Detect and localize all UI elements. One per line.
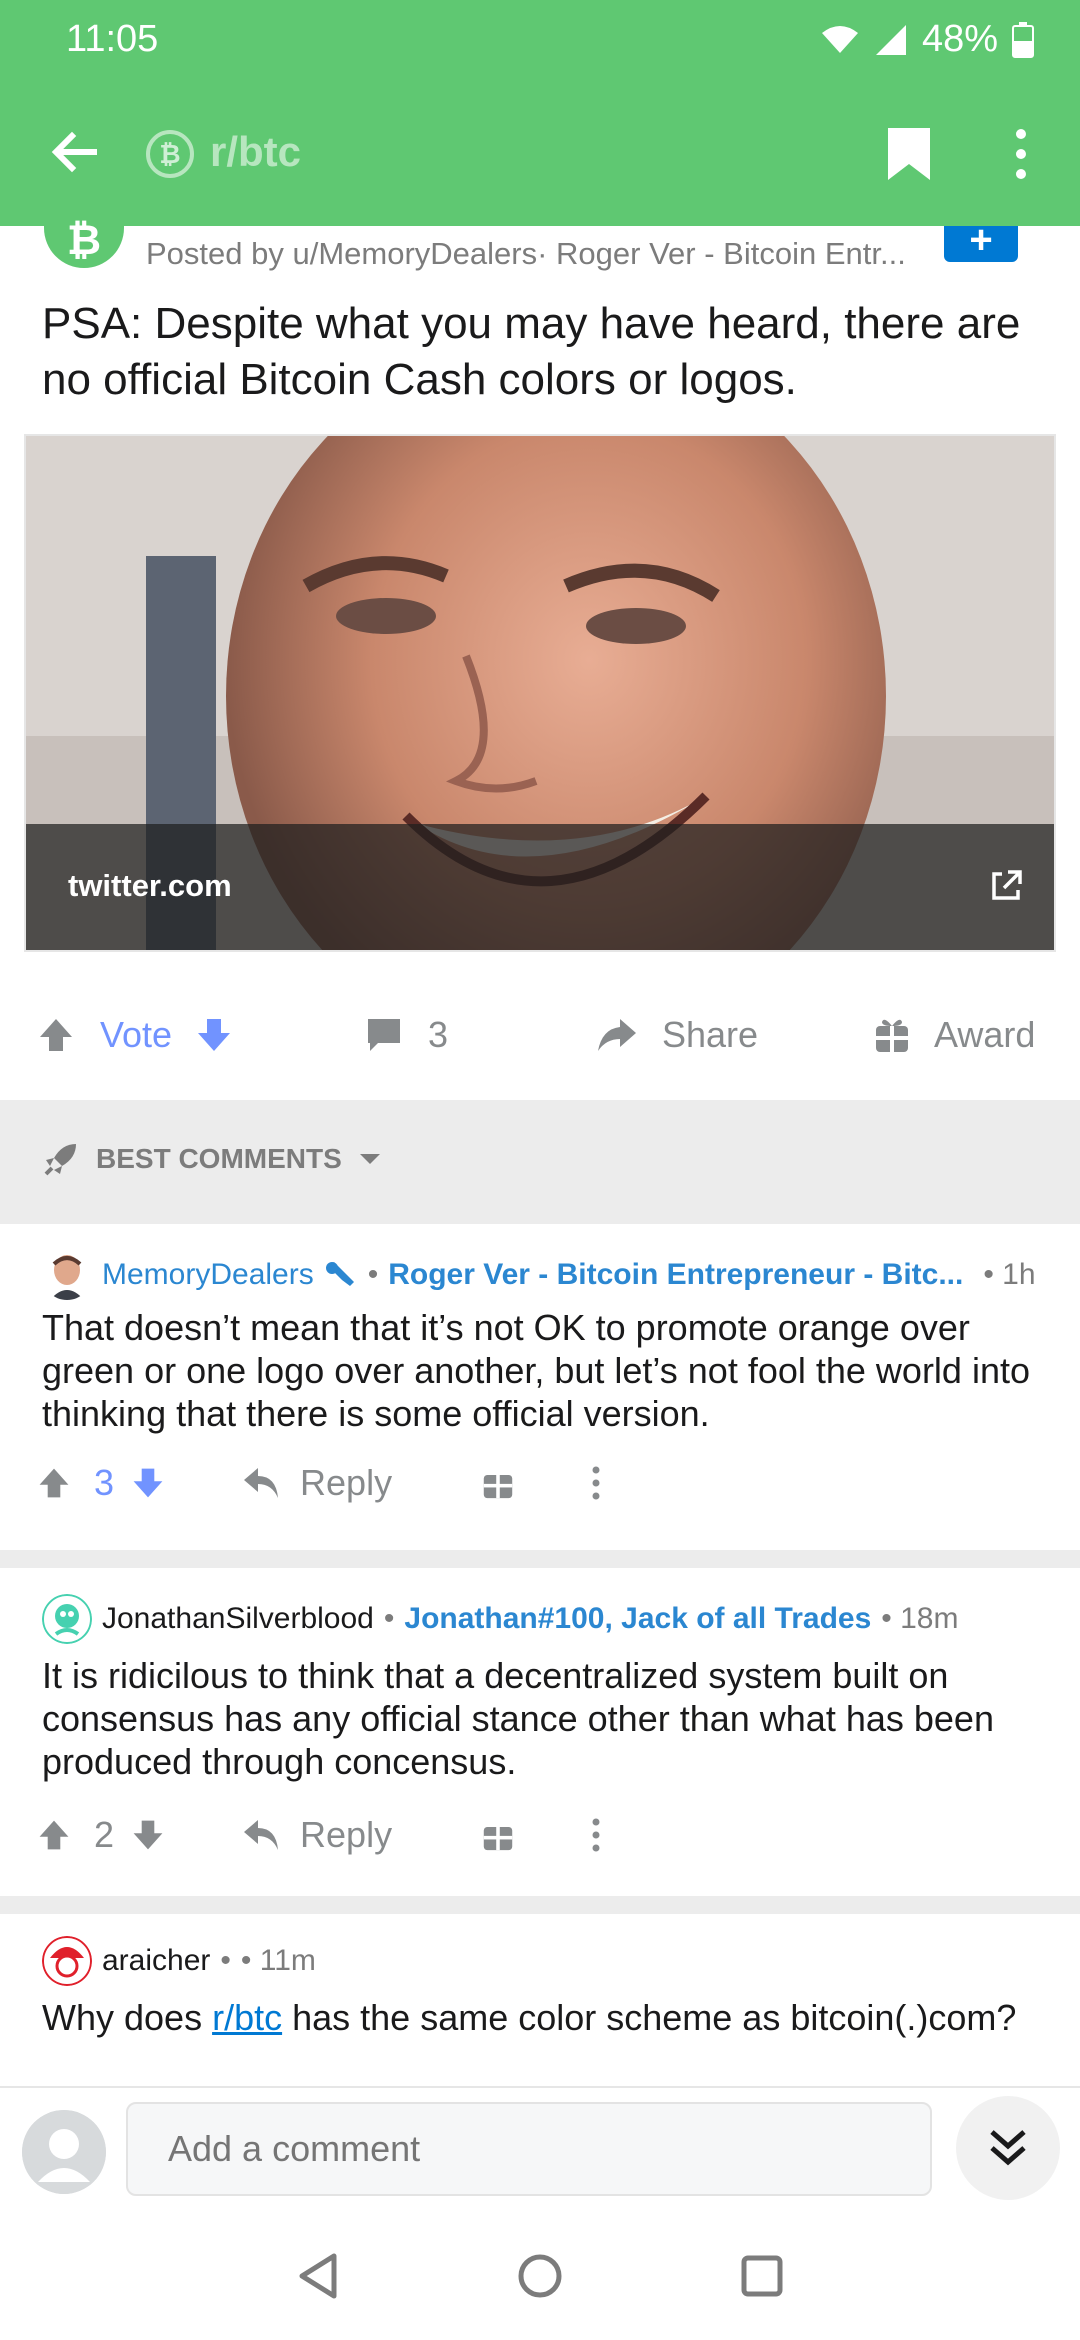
- comment-score: 3: [94, 1462, 115, 1503]
- rocket-icon: [44, 1144, 76, 1176]
- signal-icon: [875, 24, 906, 55]
- comment-body: Why does r/btc has the same color scheme…: [42, 1996, 1052, 2039]
- next-comment-button[interactable]: [956, 2096, 1060, 2200]
- wifi-icon: [821, 25, 858, 53]
- comments-button[interactable]: 3: [364, 990, 448, 1080]
- user-flair: Roger Ver - Bitcoin Entrepreneur - Bitc.…: [388, 1258, 964, 1291]
- chevrons-down-icon: [990, 2130, 1026, 2166]
- caret-down-icon: [359, 1154, 380, 1164]
- award-label: Award: [934, 1014, 1036, 1055]
- user-flair: Jonathan#100, Jack of all Trades: [404, 1602, 872, 1635]
- post-subreddit-avatar[interactable]: ₿: [44, 200, 124, 268]
- comment-2: JonathanSilverblood • Jonathan#100, Jack…: [0, 1568, 1080, 1896]
- external-link-icon[interactable]: [988, 868, 1024, 904]
- comment-text: Why does: [42, 1997, 213, 2038]
- upvote-icon[interactable]: [36, 1015, 76, 1055]
- comment-body: It is ridicilous to think that a decentr…: [42, 1655, 994, 1782]
- subreddit-name[interactable]: r/btc: [210, 128, 301, 176]
- status-time: 11:05: [66, 18, 159, 60]
- comment-divider: [0, 1896, 1080, 1914]
- user-avatar[interactable]: [42, 1250, 92, 1300]
- separator-dot: •: [383, 1602, 395, 1635]
- comment-time: • 18m: [881, 1602, 959, 1635]
- share-button[interactable]: Share: [596, 990, 758, 1080]
- downvote-icon[interactable]: [194, 1015, 234, 1055]
- comment-author[interactable]: MemoryDealers: [102, 1258, 314, 1292]
- sort-selector[interactable]: BEST COMMENTS: [42, 1140, 382, 1178]
- comment-3: araicher • • 11m Why does r/btc has the …: [0, 1914, 1080, 2086]
- upvote-icon[interactable]: [36, 1465, 72, 1501]
- separator-dot: •: [367, 1258, 379, 1291]
- comment-author[interactable]: JonathanSilverblood: [102, 1602, 374, 1636]
- user-avatar[interactable]: [42, 1594, 92, 1644]
- comment-time: • 11m: [240, 1944, 316, 1977]
- upvote-icon[interactable]: [36, 1817, 72, 1853]
- comment-header: araicher • • 11m: [42, 1936, 316, 1986]
- comment-header: MemoryDealers • Roger Ver - Bitcoin Entr…: [42, 1250, 1036, 1300]
- battery-icon: [1012, 21, 1034, 58]
- separator-dot: •: [220, 1944, 231, 1977]
- downvote-icon[interactable]: [130, 1817, 166, 1853]
- battery-percent: 48%: [921, 18, 998, 60]
- preview-domain[interactable]: twitter.com: [68, 868, 232, 904]
- more-vertical-icon[interactable]: [590, 1817, 602, 1853]
- downvote-icon[interactable]: [130, 1465, 166, 1501]
- award-button[interactable]: Award: [874, 990, 1035, 1080]
- subreddit-link[interactable]: r/btc: [212, 1997, 282, 2038]
- more-vertical-icon[interactable]: [1006, 126, 1036, 182]
- share-label: Share: [662, 1014, 759, 1055]
- user-avatar[interactable]: [42, 1936, 92, 1986]
- moderator-wrench-icon: [325, 1262, 354, 1286]
- comment-time: • 1h: [983, 1258, 1036, 1291]
- link-preview[interactable]: twitter.com: [24, 434, 1056, 952]
- comment-1: MemoryDealers • Roger Ver - Bitcoin Entr…: [0, 1224, 1080, 1550]
- reply-label: Reply: [300, 1462, 393, 1503]
- comment-author[interactable]: araicher: [102, 1944, 210, 1978]
- post-title[interactable]: PSA: Despite what you may have heard, th…: [42, 296, 1042, 408]
- comment-score: 2: [94, 1814, 115, 1855]
- join-button[interactable]: +: [944, 220, 1018, 262]
- reply-icon: [244, 1468, 279, 1498]
- post-byline[interactable]: Posted by u/MemoryDealers· Roger Ver - B…: [146, 236, 926, 272]
- vote-group: Vote: [36, 990, 234, 1080]
- status-icons: 48%: [820, 18, 1034, 61]
- user-avatar[interactable]: [22, 2110, 106, 2194]
- share-icon: [598, 1019, 636, 1051]
- reply-icon: [244, 1820, 279, 1850]
- reply-label: Reply: [300, 1814, 393, 1855]
- comment-actions: 3 Reply: [36, 1462, 602, 1504]
- sort-label: BEST COMMENTS: [96, 1143, 342, 1174]
- comment-divider: [0, 1550, 1080, 1568]
- arrow-left-icon[interactable]: [44, 122, 104, 182]
- nav-home-icon[interactable]: [516, 2252, 564, 2300]
- gift-icon: [876, 1019, 908, 1052]
- subreddit-icon[interactable]: ₿: [146, 130, 194, 178]
- post-action-bar: Vote 3 Share Award: [0, 990, 1080, 1080]
- comment-actions: 2 Reply: [36, 1814, 602, 1856]
- comments-count: 3: [428, 1014, 449, 1055]
- nav-recents-icon[interactable]: [740, 2254, 784, 2298]
- gift-icon[interactable]: [482, 1466, 514, 1500]
- nav-back-icon[interactable]: [296, 2252, 340, 2300]
- reply-button[interactable]: Reply: [242, 1814, 392, 1856]
- comment-text: has the same color scheme as bitcoin(.)c…: [282, 1997, 1017, 2038]
- gift-icon[interactable]: [482, 1818, 514, 1852]
- system-nav-bar: [0, 2212, 1080, 2340]
- comment-icon: [368, 1019, 400, 1051]
- comment-input[interactable]: [126, 2102, 932, 2196]
- more-vertical-icon[interactable]: [590, 1465, 602, 1501]
- reply-button[interactable]: Reply: [242, 1462, 392, 1504]
- comment-body: That doesn’t mean that it’s not OK to pr…: [42, 1307, 1030, 1434]
- bookmark-icon[interactable]: [884, 126, 934, 182]
- comment-header: JonathanSilverblood • Jonathan#100, Jack…: [42, 1594, 958, 1644]
- vote-label: Vote: [100, 1014, 173, 1055]
